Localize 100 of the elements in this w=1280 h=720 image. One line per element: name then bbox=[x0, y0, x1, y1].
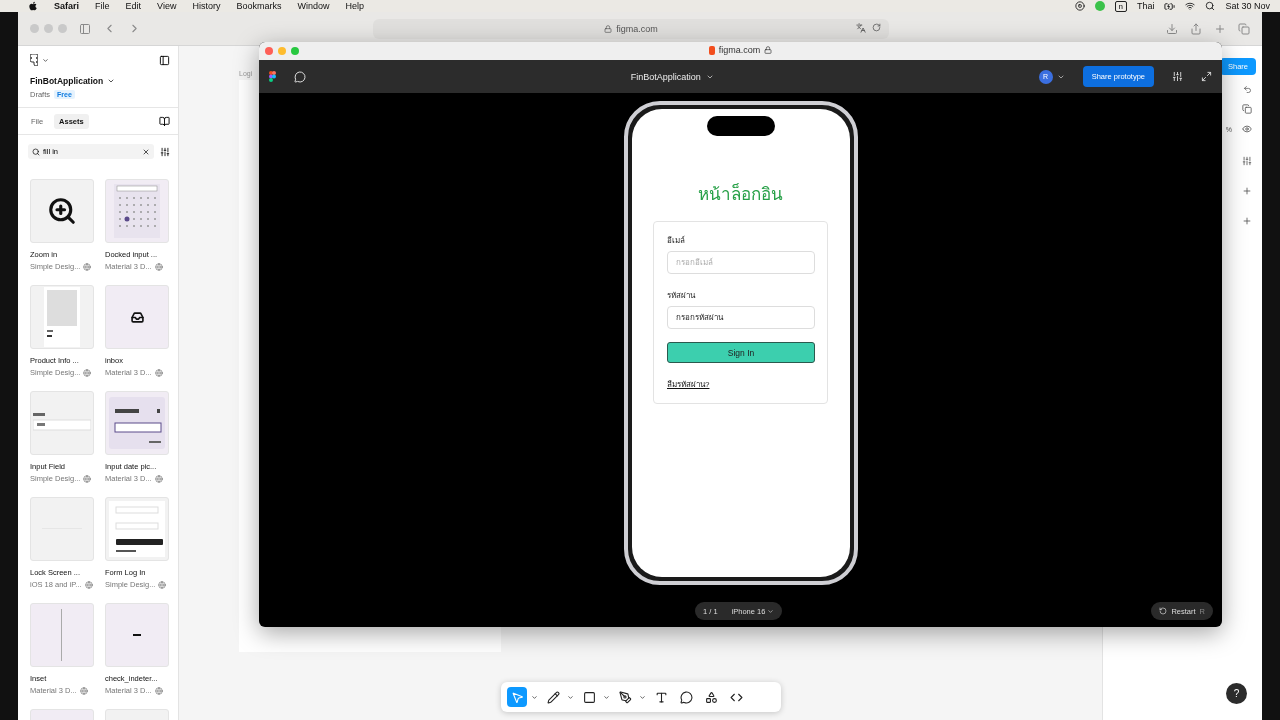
figma-favicon-icon bbox=[708, 45, 715, 55]
minimize-dot[interactable] bbox=[278, 47, 286, 55]
sign-in-button[interactable]: Sign In bbox=[667, 342, 815, 363]
minimize-dot[interactable] bbox=[44, 24, 53, 33]
minus-icon bbox=[133, 634, 141, 636]
library-icon[interactable] bbox=[159, 116, 170, 127]
password-label: รหัสผ่าน bbox=[667, 290, 697, 302]
reload-icon[interactable] bbox=[872, 22, 881, 32]
vertical-divider-drawing bbox=[61, 609, 63, 661]
asset-thumbnail[interactable] bbox=[105, 391, 169, 455]
asset-thumbnail[interactable] bbox=[105, 497, 169, 561]
add-icon[interactable] bbox=[1242, 216, 1252, 226]
tabs-overview-icon[interactable] bbox=[1238, 22, 1250, 35]
clear-icon[interactable] bbox=[142, 147, 150, 156]
pointer-icon bbox=[510, 690, 524, 704]
battery-icon[interactable] bbox=[1164, 0, 1176, 12]
caret-icon[interactable] bbox=[639, 693, 646, 701]
window-title: figma.com bbox=[718, 45, 761, 55]
text-icon bbox=[654, 690, 668, 704]
clock[interactable]: Sat 30 Nov bbox=[1225, 1, 1270, 11]
inbox-icon bbox=[130, 310, 144, 324]
file-name-menu[interactable]: FinBotApplication bbox=[324, 70, 1021, 83]
search-icon bbox=[32, 147, 40, 156]
panel-toggle-icon[interactable] bbox=[159, 54, 170, 66]
asset-thumbnail[interactable] bbox=[30, 603, 94, 667]
download-icon[interactable] bbox=[1166, 22, 1178, 35]
close-dot[interactable] bbox=[30, 24, 39, 33]
product-card-thumbnail-drawing bbox=[44, 287, 80, 347]
new-tab-icon[interactable] bbox=[1214, 22, 1226, 35]
comment-icon[interactable] bbox=[294, 70, 306, 83]
asset-thumbnail[interactable] bbox=[30, 497, 94, 561]
add-icon[interactable] bbox=[1242, 186, 1252, 196]
globe-icon bbox=[154, 474, 163, 483]
return-icon[interactable] bbox=[1243, 85, 1252, 94]
login-form-thumbnail-drawing bbox=[109, 501, 165, 557]
menu-item[interactable]: Edit bbox=[125, 1, 142, 11]
menu-item[interactable]: File bbox=[95, 1, 110, 11]
caret-icon[interactable] bbox=[42, 56, 49, 64]
input-source-badge[interactable]: n bbox=[1114, 0, 1127, 12]
rectangle-icon bbox=[582, 690, 596, 704]
forgot-password-link[interactable]: ลืมรหัสผ่าน? bbox=[667, 378, 815, 391]
translate-icon[interactable] bbox=[856, 22, 866, 33]
zoom-dot[interactable] bbox=[58, 24, 67, 33]
caret-icon[interactable] bbox=[603, 693, 610, 701]
adjust-icon[interactable] bbox=[1242, 156, 1252, 166]
asset-thumbnail[interactable] bbox=[105, 603, 169, 667]
menu-item[interactable]: History bbox=[192, 1, 221, 11]
lock-icon bbox=[604, 24, 613, 33]
asset-thumbnail[interactable] bbox=[105, 285, 169, 349]
globe-icon bbox=[83, 368, 92, 377]
email-label: อีเมล์ bbox=[667, 235, 686, 247]
asset-thumbnail[interactable] bbox=[30, 179, 94, 243]
asset-thumbnail[interactable] bbox=[30, 391, 94, 455]
fullscreen-icon[interactable] bbox=[1201, 71, 1212, 82]
pen-icon bbox=[618, 690, 632, 704]
menu-item[interactable]: Bookmarks bbox=[236, 1, 282, 11]
lock-icon bbox=[764, 46, 773, 54]
globe-icon bbox=[84, 580, 93, 589]
login-heading: หน้าล็อกอิน bbox=[698, 182, 783, 206]
app-menu[interactable]: Safari bbox=[54, 1, 79, 11]
globe-icon bbox=[83, 262, 92, 271]
caret-icon bbox=[767, 607, 775, 615]
date-picker-thumbnail-drawing bbox=[109, 397, 165, 449]
pencil-icon bbox=[546, 690, 560, 704]
comment-icon bbox=[679, 690, 693, 704]
globe-icon bbox=[79, 686, 88, 695]
share-icon[interactable] bbox=[1190, 22, 1202, 35]
stop-icon[interactable] bbox=[1074, 1, 1085, 11]
search-icon[interactable] bbox=[1205, 1, 1216, 11]
zoom-dot[interactable] bbox=[291, 47, 299, 55]
chat-app-icon[interactable] bbox=[1094, 1, 1105, 11]
menu-item[interactable]: Help bbox=[345, 1, 364, 11]
close-dot[interactable] bbox=[265, 47, 273, 55]
wifi-icon[interactable] bbox=[1185, 1, 1196, 11]
menu-item[interactable]: Window bbox=[297, 1, 330, 11]
globe-icon bbox=[83, 474, 92, 483]
dynamic-island bbox=[706, 116, 775, 136]
file-name[interactable]: FinBotApplication bbox=[30, 76, 104, 86]
asset-thumbnail[interactable] bbox=[105, 179, 169, 243]
menu-item[interactable]: View bbox=[157, 1, 177, 11]
zoom-in-icon bbox=[47, 196, 77, 226]
filter-icon[interactable] bbox=[160, 146, 170, 157]
components-icon bbox=[704, 690, 718, 704]
address-bar[interactable]: figma.com bbox=[373, 18, 889, 39]
input-field-thumbnail-drawing bbox=[33, 413, 91, 433]
globe-icon bbox=[154, 368, 163, 377]
email-field[interactable]: กรอกอีเมล์ bbox=[667, 251, 815, 274]
password-field[interactable]: กรอกรหัสผ่าน bbox=[667, 306, 815, 329]
caret-icon[interactable] bbox=[531, 693, 538, 701]
caret-icon[interactable] bbox=[107, 77, 116, 85]
eye-icon[interactable] bbox=[1242, 124, 1252, 134]
input-language[interactable]: Thai bbox=[1136, 1, 1155, 11]
address-text: figma.com bbox=[616, 23, 658, 34]
apple-logo-icon[interactable] bbox=[28, 1, 38, 11]
sidebar-toggle-icon[interactable] bbox=[79, 22, 91, 35]
asset-thumbnail[interactable] bbox=[30, 285, 94, 349]
globe-icon bbox=[154, 262, 163, 271]
globe-icon bbox=[154, 686, 163, 695]
settings-icon[interactable] bbox=[1172, 71, 1183, 82]
caret-icon[interactable] bbox=[567, 693, 574, 701]
